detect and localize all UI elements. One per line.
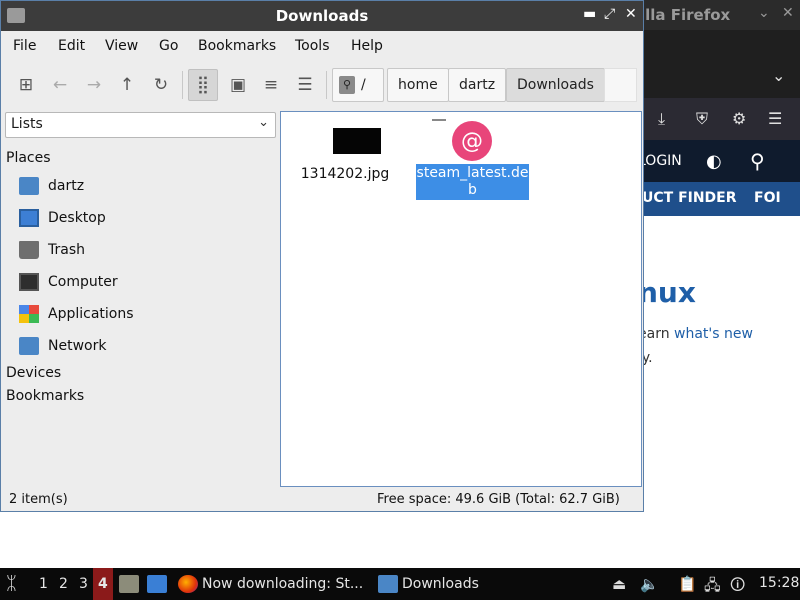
close-icon[interactable]: ✕ <box>782 5 794 21</box>
minimize-icon[interactable]: ⌄ <box>758 5 770 21</box>
download-icon[interactable]: ⤓ <box>658 109 665 129</box>
new-tab-icon[interactable]: ⊞ <box>11 69 41 101</box>
window-titlebar: Downloads ▬ ⤢ ✕ <box>1 1 643 31</box>
menu-bar: File Edit View Go Bookmarks Tools Help <box>1 31 643 61</box>
sidebar-item-network[interactable]: Network <box>19 332 106 360</box>
file-manager-window: Downloads ▬ ⤢ ✕ File Edit View Go Bookma… <box>0 0 644 512</box>
clipboard-icon[interactable]: 📋 <box>678 575 697 593</box>
toolbar-separator <box>182 71 183 99</box>
file-view[interactable]: 1314202.jpg @ steam_latest.de b <box>280 111 642 487</box>
devices-header[interactable]: Devices <box>6 365 61 381</box>
list-view-icon[interactable]: ≡ <box>256 69 286 101</box>
icon-view-icon[interactable]: ⣿ <box>188 69 218 101</box>
firefox-toolbar: ⤓ ⛨ ⚙ ☰ <box>640 98 800 140</box>
computer-icon <box>19 273 39 291</box>
menu-edit[interactable]: Edit <box>58 38 85 54</box>
up-icon[interactable]: ↑ <box>112 69 142 101</box>
workspace-4[interactable]: 4 <box>93 568 113 600</box>
forward-icon[interactable]: → <box>79 69 109 101</box>
search-icon: ⚲ <box>339 76 355 94</box>
image-view-icon[interactable]: ▣ <box>223 69 253 101</box>
sidebar-item-trash[interactable]: Trash <box>19 236 85 264</box>
clock[interactable]: 15:28 <box>759 575 799 591</box>
shield-icon[interactable]: ⛨ <box>696 109 708 129</box>
workspace-3[interactable]: 3 <box>79 576 88 592</box>
network-icon[interactable]: 🖧 <box>704 575 721 600</box>
sidebar-item-dartz[interactable]: dartz <box>19 172 84 200</box>
file-item-selected[interactable]: @ steam_latest.de b <box>281 112 641 207</box>
firefox-window: illa Firefox ⌄ ✕ ⌄ ⤓ ⛨ ⚙ ☰ LOGIN ◐ ⚲ UCT… <box>638 0 800 568</box>
whats-new-link[interactable]: what's new <box>674 326 753 342</box>
item-count: 2 item(s) <box>9 492 68 507</box>
task-firefox[interactable]: Now downloading: St... <box>178 568 363 600</box>
folder-icon <box>378 575 398 593</box>
detail-view-icon[interactable]: ☰ <box>290 69 320 101</box>
menu-icon[interactable]: ☰ <box>768 109 782 128</box>
places-header[interactable]: Places <box>6 150 51 166</box>
path-root-button[interactable]: ⚲ / <box>332 68 384 102</box>
nav-item-foi[interactable]: FOI <box>754 190 781 206</box>
desktop-icon <box>19 209 39 227</box>
sidebar-item-computer[interactable]: Computer <box>19 268 118 296</box>
close-icon[interactable]: ✕ <box>625 6 637 22</box>
task-downloads[interactable]: Downloads <box>378 568 479 600</box>
search-icon[interactable]: ⚲ <box>750 149 765 173</box>
reload-icon[interactable]: ↻ <box>146 69 176 101</box>
site-header: LOGIN ◐ ⚲ <box>638 140 800 182</box>
updates-icon[interactable]: 🛈 <box>730 575 745 600</box>
sidebar-item-desktop[interactable]: Desktop <box>19 204 106 232</box>
firefox-title: illa Firefox <box>640 6 731 24</box>
menu-help[interactable]: Help <box>351 38 383 54</box>
menu-tools[interactable]: Tools <box>295 38 330 54</box>
path-downloads-button[interactable]: Downloads <box>506 68 605 102</box>
taskbar: ᛯ 1 2 3 4 Now downloading: St... Downloa… <box>0 568 800 600</box>
contrast-icon[interactable]: ◐ <box>706 151 722 172</box>
toolbar: ⊞ ← → ↑ ↻ ⣿ ▣ ≡ ☰ ⚲ / home dartz Downloa… <box>1 61 643 109</box>
menu-file[interactable]: File <box>13 38 36 54</box>
intro-text: earn what's new <box>638 326 753 342</box>
page-heading: nux <box>638 276 696 309</box>
menu-bookmarks[interactable]: Bookmarks <box>198 38 276 54</box>
extension-icon[interactable]: ⚙ <box>732 109 746 128</box>
path-home-button[interactable]: home <box>387 68 449 102</box>
whisker-menu-icon[interactable]: ᛯ <box>6 573 17 594</box>
bookmarks-header[interactable]: Bookmarks <box>6 388 84 404</box>
back-icon[interactable]: ← <box>45 69 75 101</box>
sidebar: Lists ⌄ Places dartz Desktop Trash Compu… <box>1 109 279 489</box>
site-nav: UCT FINDER FOI <box>640 182 800 216</box>
list-all-tabs-icon[interactable]: ⌄ <box>772 66 785 85</box>
file-manager-launcher-icon[interactable] <box>119 575 139 593</box>
free-space: Free space: 49.6 GiB (Total: 62.7 GiB) <box>377 492 620 507</box>
menu-go[interactable]: Go <box>159 38 178 54</box>
home-folder-icon <box>19 177 39 195</box>
debian-package-icon: @ <box>452 121 492 161</box>
show-desktop-icon[interactable] <box>147 575 167 593</box>
trash-icon <box>19 241 39 259</box>
sidebar-view-select[interactable]: Lists ⌄ <box>5 112 276 138</box>
minimize-icon[interactable]: ▬ <box>583 6 596 22</box>
chevron-down-icon: ⌄ <box>258 115 269 130</box>
network-folder-icon <box>19 337 39 355</box>
site-content: nux earn what's new ly. <box>638 216 800 568</box>
nav-product-finder[interactable]: UCT FINDER <box>642 190 737 206</box>
volume-icon[interactable]: 🔈 <box>640 575 659 593</box>
path-bar-filler <box>604 68 637 102</box>
firefox-tabstrip: ⌄ <box>640 30 800 98</box>
firefox-icon <box>178 575 198 593</box>
workspace-2[interactable]: 2 <box>59 576 68 592</box>
window-title: Downloads <box>275 7 369 25</box>
maximize-icon[interactable]: ⤢ <box>604 6 615 22</box>
toolbar-separator <box>326 71 327 99</box>
login-link[interactable]: LOGIN <box>638 153 682 169</box>
firefox-titlebar: illa Firefox ⌄ ✕ <box>640 0 800 30</box>
applications-icon <box>19 305 39 323</box>
sidebar-item-applications[interactable]: Applications <box>19 300 134 328</box>
path-dartz-button[interactable]: dartz <box>448 68 507 102</box>
file-name: steam_latest.de b <box>416 164 529 200</box>
workspace-1[interactable]: 1 <box>39 576 48 592</box>
menu-view[interactable]: View <box>105 38 138 54</box>
eject-icon[interactable]: ⏏ <box>612 575 626 593</box>
status-bar: 2 item(s) Free space: 49.6 GiB (Total: 6… <box>1 489 643 511</box>
